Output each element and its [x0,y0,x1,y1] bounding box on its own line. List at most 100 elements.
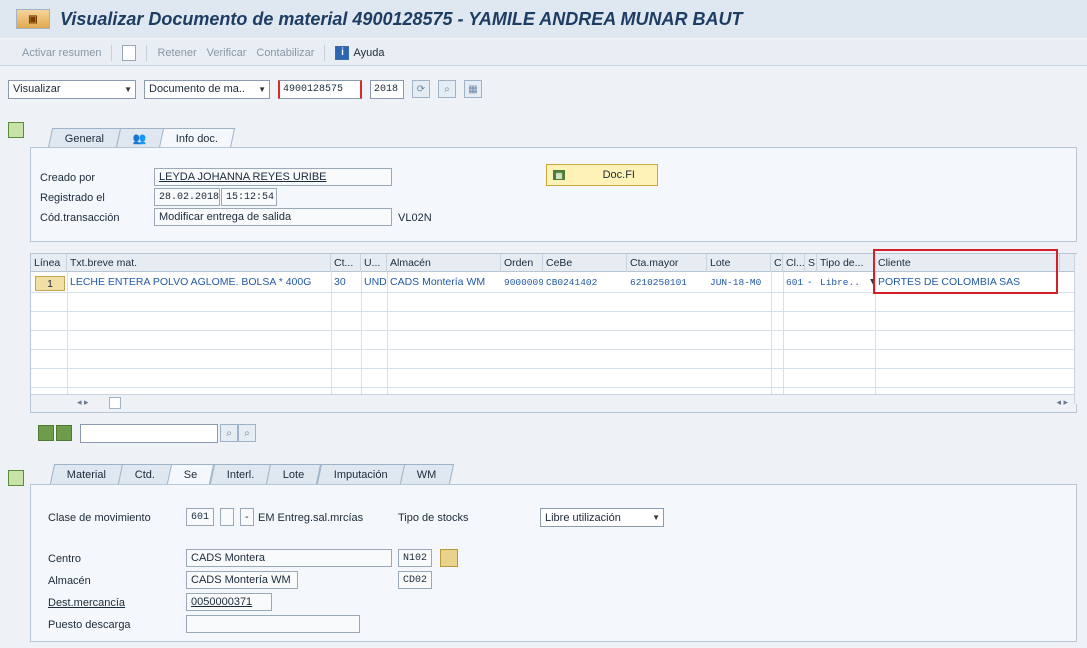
reference-dropdown[interactable]: Documento de ma.. ▼ [144,79,270,99]
tab-info-doc[interactable]: Info doc. [158,128,236,148]
col-u[interactable]: U... [361,254,387,272]
row-select-button[interactable]: 1 [35,276,65,291]
select-all-icon[interactable] [38,425,54,441]
cell-almacen: CADS Montería WM [390,276,486,288]
col-cl[interactable]: Cl... [783,254,805,272]
action-dropdown[interactable]: Visualizar ▼ [8,79,136,99]
col-ct[interactable]: Ct... [331,254,361,272]
header-tabs: General 👥 Info doc. [47,128,236,148]
chevron-down-icon: ▼ [258,84,266,94]
centro-label: Centro [48,553,82,565]
people-icon: 👥 [133,133,147,145]
ayuda-button[interactable]: i Ayuda [335,45,384,60]
tab-label: Interl. [226,468,255,481]
tab-partners[interactable]: 👥 [116,128,164,148]
verificar-button[interactable]: Verificar [207,47,247,59]
execute-icon[interactable]: ⟳ [412,80,430,98]
title-bar: ▣ Visualizar Documento de material 49001… [0,0,1087,38]
tab-wm[interactable]: WM [399,464,454,484]
tab-label: Material [66,468,107,481]
new-document-icon[interactable] [122,44,137,61]
toolbar-separator [324,44,326,61]
cell-tipo: Libre.. [820,277,860,288]
creado-por-field: LEYDA JOHANNA REYES URIBE [154,168,392,186]
tipo-stocks-dropdown[interactable]: Libre utilización ▼ [540,508,664,527]
col-cta-mayor[interactable]: Cta.mayor [627,254,707,272]
almacen-field: CADS Montería WM [186,571,298,589]
centro-field: CADS Montera [186,549,392,567]
col-c[interactable]: C [771,254,783,272]
row-divider [31,349,1076,350]
grid-icon[interactable]: ▦ [464,80,482,98]
scroll-arrows-right-icon[interactable]: ◂ ▸ [1056,397,1068,408]
tab-material[interactable]: Material [49,464,124,484]
creado-por-label: Creado por [40,172,96,184]
filter-icon[interactable] [56,425,72,441]
row-divider [31,311,1076,312]
col-linea[interactable]: Línea [31,254,67,272]
tab-lote[interactable]: Lote [266,464,322,484]
document-number-input[interactable]: 4900128575 [278,79,362,99]
col-almacen[interactable]: Almacén [387,254,501,272]
vertical-scrollbar[interactable] [1074,254,1084,404]
header-toggle-icon[interactable] [8,122,24,138]
tab-general[interactable]: General [47,128,122,148]
activar-resumen-button[interactable]: Activar resumen [22,47,101,59]
chevron-down-icon: ▼ [652,513,660,522]
tab-ctd[interactable]: Ctd. [117,464,173,484]
stock-overview-icon[interactable] [440,549,458,567]
dest-mercancia-field: 0050000371 [186,593,272,611]
cell-lote: JUN-18-M0 [710,277,762,288]
registrado-label: Registrado el [40,192,105,204]
doc-fi-button[interactable]: ▦ Doc.FI [546,164,658,186]
item-toggle-icon[interactable] [8,470,24,486]
horizontal-scrollbar[interactable]: ◂ ▸ ◂ ▸ [31,394,1076,412]
row-divider [31,368,1076,369]
col-lote[interactable]: Lote [707,254,771,272]
cod-transaccion-code: VL02N [398,212,432,224]
clase-movimiento-label: Clase de movimiento [48,512,151,524]
cliente-highlight-box [873,249,1058,294]
contabilizar-button[interactable]: Contabilizar [256,47,314,59]
cell-u: UND [364,276,387,288]
col-tipo[interactable]: Tipo de... [817,254,875,272]
cod-transaccion-label: Cód.transacción [40,212,120,224]
tab-se[interactable]: Se [167,464,215,484]
find-icon[interactable]: ⌕ [220,424,238,442]
col-orden[interactable]: Orden [501,254,543,272]
item-tabs: Material Ctd. Se Interl. Lote Imputación… [49,464,454,484]
application-toolbar: Activar resumen Retener Verificar Contab… [0,40,1087,66]
find-next-icon[interactable]: ⌕ [238,424,256,442]
col-cebe[interactable]: CeBe [543,254,627,272]
dest-mercancia-value: 0050000371 [191,596,253,608]
tab-label: Se [184,468,198,481]
cell-cta-mayor: 6210250101 [630,277,688,288]
almacen-code: CD02 [398,571,432,589]
tab-label: General [64,132,105,145]
year-input[interactable]: 2018 [370,79,404,99]
col-txt[interactable]: Txt.breve mat. [67,254,331,272]
cell-orden: 9000009 [504,277,543,288]
tab-label: Imputación [333,468,388,481]
scroll-arrows-icon[interactable]: ◂ ▸ [77,397,89,408]
col-s[interactable]: S [805,254,817,272]
row-divider [31,387,1076,388]
tab-label: Ctd. [135,468,156,481]
scroll-thumb[interactable] [109,397,121,409]
table-search-input[interactable] [80,424,218,443]
retener-button[interactable]: Retener [157,47,196,59]
creado-por-value: LEYDA JOHANNA REYES URIBE [159,171,327,183]
clase-movimiento-code: 601 [186,508,214,526]
search-icon[interactable]: ⌕ [438,80,456,98]
row-divider [31,330,1076,331]
action-value: Visualizar [13,83,61,95]
tab-interl[interactable]: Interl. [209,464,272,484]
toolbar-separator [146,44,148,61]
registrado-time-field: 15:12:54 [221,188,277,206]
reference-value: Documento de ma.. [149,83,245,95]
toolbar-separator [111,44,113,61]
cell-ct: 30 [334,276,346,288]
document-list-icon: ▦ [553,170,565,180]
clase-movimiento-special [220,508,234,526]
tab-imputacion[interactable]: Imputación [316,464,405,484]
